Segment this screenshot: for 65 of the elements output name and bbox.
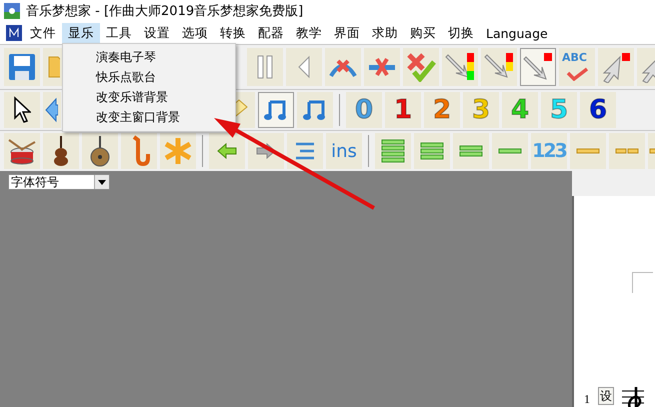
- folder-icon: [48, 56, 60, 78]
- staff-drawing: [622, 385, 644, 407]
- menu-item[interactable]: 教学: [290, 22, 328, 44]
- pause-icon: [255, 54, 275, 80]
- mandolin-icon: [89, 135, 111, 167]
- arrow-lights-icon: [444, 51, 476, 83]
- toolbar-button[interactable]: [4, 48, 40, 86]
- music-note-icon: [263, 98, 289, 122]
- asterisk-icon: [163, 136, 193, 166]
- bars-icon: [498, 148, 522, 154]
- toolbar-button[interactable]: [520, 48, 556, 86]
- arrow-light-icon: [600, 51, 632, 83]
- check-icon: [565, 67, 589, 81]
- menu-item[interactable]: 配器: [252, 22, 290, 44]
- document-icon[interactable]: [6, 25, 22, 41]
- pointer-button[interactable]: [4, 92, 40, 128]
- menu-item[interactable]: 选项: [176, 22, 214, 44]
- save-icon: [7, 52, 37, 82]
- bars-icon: [381, 139, 405, 163]
- violin-icon: [51, 135, 71, 167]
- toolbar-button[interactable]: [4, 133, 40, 169]
- abc-label: ABC: [562, 51, 587, 64]
- left-triangle-icon: [297, 55, 311, 79]
- toolbar-button[interactable]: [82, 133, 118, 169]
- arrow-icon: [44, 97, 58, 123]
- menu-option[interactable]: 快乐点歌台: [96, 68, 156, 87]
- menu-item[interactable]: 求助: [366, 22, 404, 44]
- digit-button[interactable]: 6: [580, 92, 616, 128]
- toolbar-button[interactable]: [43, 92, 61, 128]
- set-button[interactable]: 设: [598, 387, 614, 405]
- insert-button[interactable]: ins: [326, 133, 362, 169]
- menu-option[interactable]: 演奏电子琴: [96, 48, 156, 67]
- toolbar-button[interactable]: [43, 133, 79, 169]
- bars-icon: [420, 142, 444, 160]
- font-select[interactable]: 字体符号: [8, 174, 110, 190]
- menu-item[interactable]: 设置: [138, 22, 176, 44]
- lines-icon: [294, 141, 316, 161]
- menu-item[interactable]: 文件: [24, 22, 62, 44]
- cross-check-icon: [406, 52, 436, 82]
- menu-option[interactable]: 改变乐谱背景: [96, 88, 168, 107]
- menu-option[interactable]: 改变主窗口背景: [96, 108, 180, 127]
- arrow-light-icon: [522, 51, 554, 83]
- menu-item[interactable]: 转换: [214, 22, 252, 44]
- menu-item[interactable]: 工具: [100, 22, 138, 44]
- digit-button[interactable]: 1: [385, 92, 421, 128]
- left-arrow-icon: [216, 143, 238, 159]
- corner-mark: [632, 272, 653, 293]
- music-note-icon: [302, 98, 328, 122]
- bar-icon: [576, 148, 600, 154]
- dashes-icon: [615, 148, 639, 154]
- menu-item[interactable]: 购买: [404, 22, 442, 44]
- menu-item[interactable]: Language: [480, 24, 554, 42]
- bars-icon: [459, 145, 483, 157]
- pointer-icon: [13, 96, 31, 124]
- toolbar-button[interactable]: [287, 133, 323, 169]
- menu-item[interactable]: 显乐: [62, 22, 100, 44]
- toolbar-button[interactable]: [258, 92, 294, 128]
- app-icon: [4, 3, 20, 19]
- measure-number: 1: [584, 392, 590, 407]
- toolbar-button[interactable]: [209, 133, 245, 169]
- window-title: 音乐梦想家 - [作曲大师2019音乐梦想家免费版]: [26, 3, 304, 20]
- toolbar-button[interactable]: [297, 92, 333, 128]
- menu-item[interactable]: 界面: [328, 22, 366, 44]
- menu-item[interactable]: 切换: [442, 22, 480, 44]
- line-cross-icon: [367, 56, 397, 78]
